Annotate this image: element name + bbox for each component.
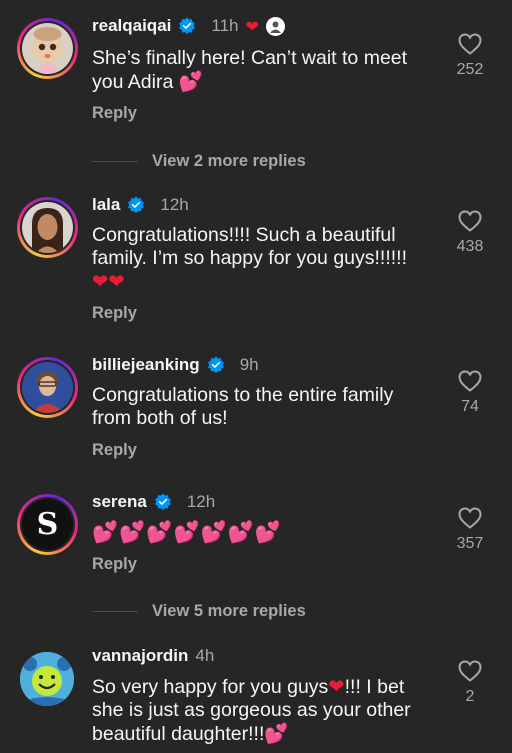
comment-header: billiejeanking 9h [92, 355, 259, 375]
like-button[interactable]: 438 [450, 210, 490, 256]
username[interactable]: vannajordin [92, 646, 188, 666]
comment-text: Congratulations!!!! Such a beautiful fam… [92, 224, 408, 293]
divider-line [92, 611, 138, 612]
verified-badge-icon [128, 196, 145, 214]
like-count: 74 [461, 398, 479, 415]
comment-header: serena 12h [92, 492, 215, 512]
comment-text: She’s finally here! Can’t wait to meet y… [92, 47, 408, 93]
avatar-realqaiqai [22, 23, 73, 74]
verified-badge-icon [207, 356, 224, 374]
verified-badge-icon [154, 493, 171, 511]
avatar-billiejeanking [22, 362, 73, 413]
comment-header: realqaiqai 11h ❤ [92, 16, 285, 36]
avatar-ring[interactable] [17, 18, 78, 79]
creator-avatar [265, 16, 285, 36]
reply-button[interactable]: Reply [92, 304, 137, 323]
username[interactable]: billiejeanking [92, 355, 200, 375]
like-count: 252 [456, 61, 484, 78]
timestamp: 12h [186, 492, 216, 511]
avatar-ring[interactable] [17, 357, 78, 418]
username[interactable]: serena [92, 492, 147, 512]
heart-outline-icon [458, 210, 482, 232]
heart-outline-icon [458, 370, 482, 392]
comment-text: 💕💕💕💕💕💕💕 [92, 520, 283, 544]
verified-badge-icon [179, 17, 196, 35]
avatar-ring[interactable] [17, 197, 78, 258]
reply-button[interactable]: Reply [92, 441, 137, 460]
username[interactable]: lala [92, 195, 120, 215]
avatar-ring[interactable]: S [17, 494, 78, 555]
view-more-replies-button[interactable]: View 2 more replies [92, 152, 306, 171]
heart-outline-icon [458, 33, 482, 55]
view-more-label: View 5 more replies [152, 602, 306, 620]
timestamp: 4h [195, 646, 215, 665]
like-count: 357 [456, 535, 484, 552]
comment-text: Congratulations to the entire family fro… [92, 384, 394, 429]
comment-header: vannajordin 4h [92, 646, 214, 666]
reply-button[interactable]: Reply [92, 555, 137, 574]
timestamp: 9h [239, 355, 259, 374]
like-button[interactable]: 74 [450, 370, 490, 416]
creator-liked-heart-icon: ❤ [245, 16, 259, 36]
like-count: 438 [456, 238, 484, 255]
timestamp: 12h [160, 195, 189, 214]
like-button[interactable]: 357 [450, 507, 490, 553]
like-button[interactable]: 252 [450, 33, 490, 79]
timestamp: 11h [211, 16, 239, 35]
avatar-lala [22, 202, 73, 253]
heart-outline-icon [458, 507, 482, 529]
view-more-replies-button[interactable]: View 5 more replies [92, 602, 306, 621]
reply-button[interactable]: Reply [92, 104, 137, 123]
view-more-label: View 2 more replies [152, 152, 306, 170]
comment-text: So very happy for you guys❤!!! I bet she… [92, 675, 411, 745]
like-count: 2 [465, 688, 475, 705]
heart-outline-icon [458, 660, 482, 682]
comment-header: lala 12h [92, 195, 189, 215]
divider-line [92, 161, 138, 162]
avatar-letter: S [36, 507, 59, 542]
avatar-serena: S [22, 499, 73, 550]
like-button[interactable]: 2 [450, 660, 490, 706]
avatar-vannajordin[interactable] [20, 652, 74, 706]
username[interactable]: realqaiqai [92, 16, 171, 36]
